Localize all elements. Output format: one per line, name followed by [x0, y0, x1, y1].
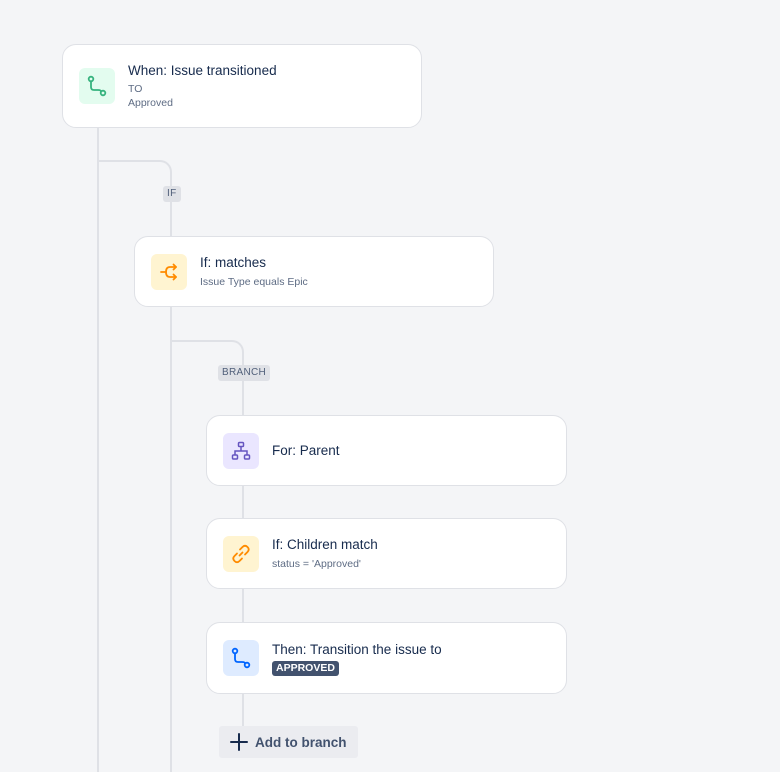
- branch-lozenge: BRANCH: [218, 365, 271, 381]
- children-condition-card[interactable]: If: Children match status = 'Approved': [206, 518, 567, 589]
- action-title: Then: Transition the issue to: [272, 641, 442, 657]
- add-to-branch-label: Add to branch: [255, 734, 347, 750]
- children-condition-subtitle: status = 'Approved': [272, 558, 361, 570]
- branch-card[interactable]: For: Parent: [206, 415, 567, 486]
- children-condition-title: If: Children match: [272, 537, 378, 552]
- transition-icon: [223, 640, 259, 676]
- trigger-title: When: Issue transitioned: [128, 63, 277, 78]
- condition-trunk-connector: [170, 306, 172, 772]
- transition-icon: [79, 68, 115, 104]
- trunk-connector: [97, 127, 99, 772]
- condition-branch-icon: [151, 253, 187, 290]
- condition-subtitle: Issue Type equals Epic: [200, 276, 308, 288]
- add-to-branch-button[interactable]: Add to branch: [219, 726, 358, 758]
- trigger-to-label: TO: [128, 83, 143, 95]
- trigger-to-value: Approved: [128, 97, 173, 109]
- condition-card[interactable]: If: matches Issue Type equals Epic: [134, 236, 494, 307]
- condition-title: If: matches: [200, 255, 267, 270]
- branch-title: For: Parent: [272, 442, 340, 458]
- trigger-card[interactable]: When: Issue transitioned TO Approved: [62, 44, 422, 128]
- hierarchy-icon: [223, 432, 259, 469]
- status-badge: APPROVED: [272, 660, 339, 676]
- plus-icon: [229, 732, 249, 752]
- if-connector: [99, 160, 172, 190]
- link-icon: [223, 535, 259, 572]
- if-lozenge: IF: [163, 186, 181, 202]
- rule-canvas: IF BRANCH When: Issue transitioned TO Ap…: [0, 0, 780, 772]
- action-card[interactable]: Then: Transition the issue to APPROVED: [206, 622, 567, 694]
